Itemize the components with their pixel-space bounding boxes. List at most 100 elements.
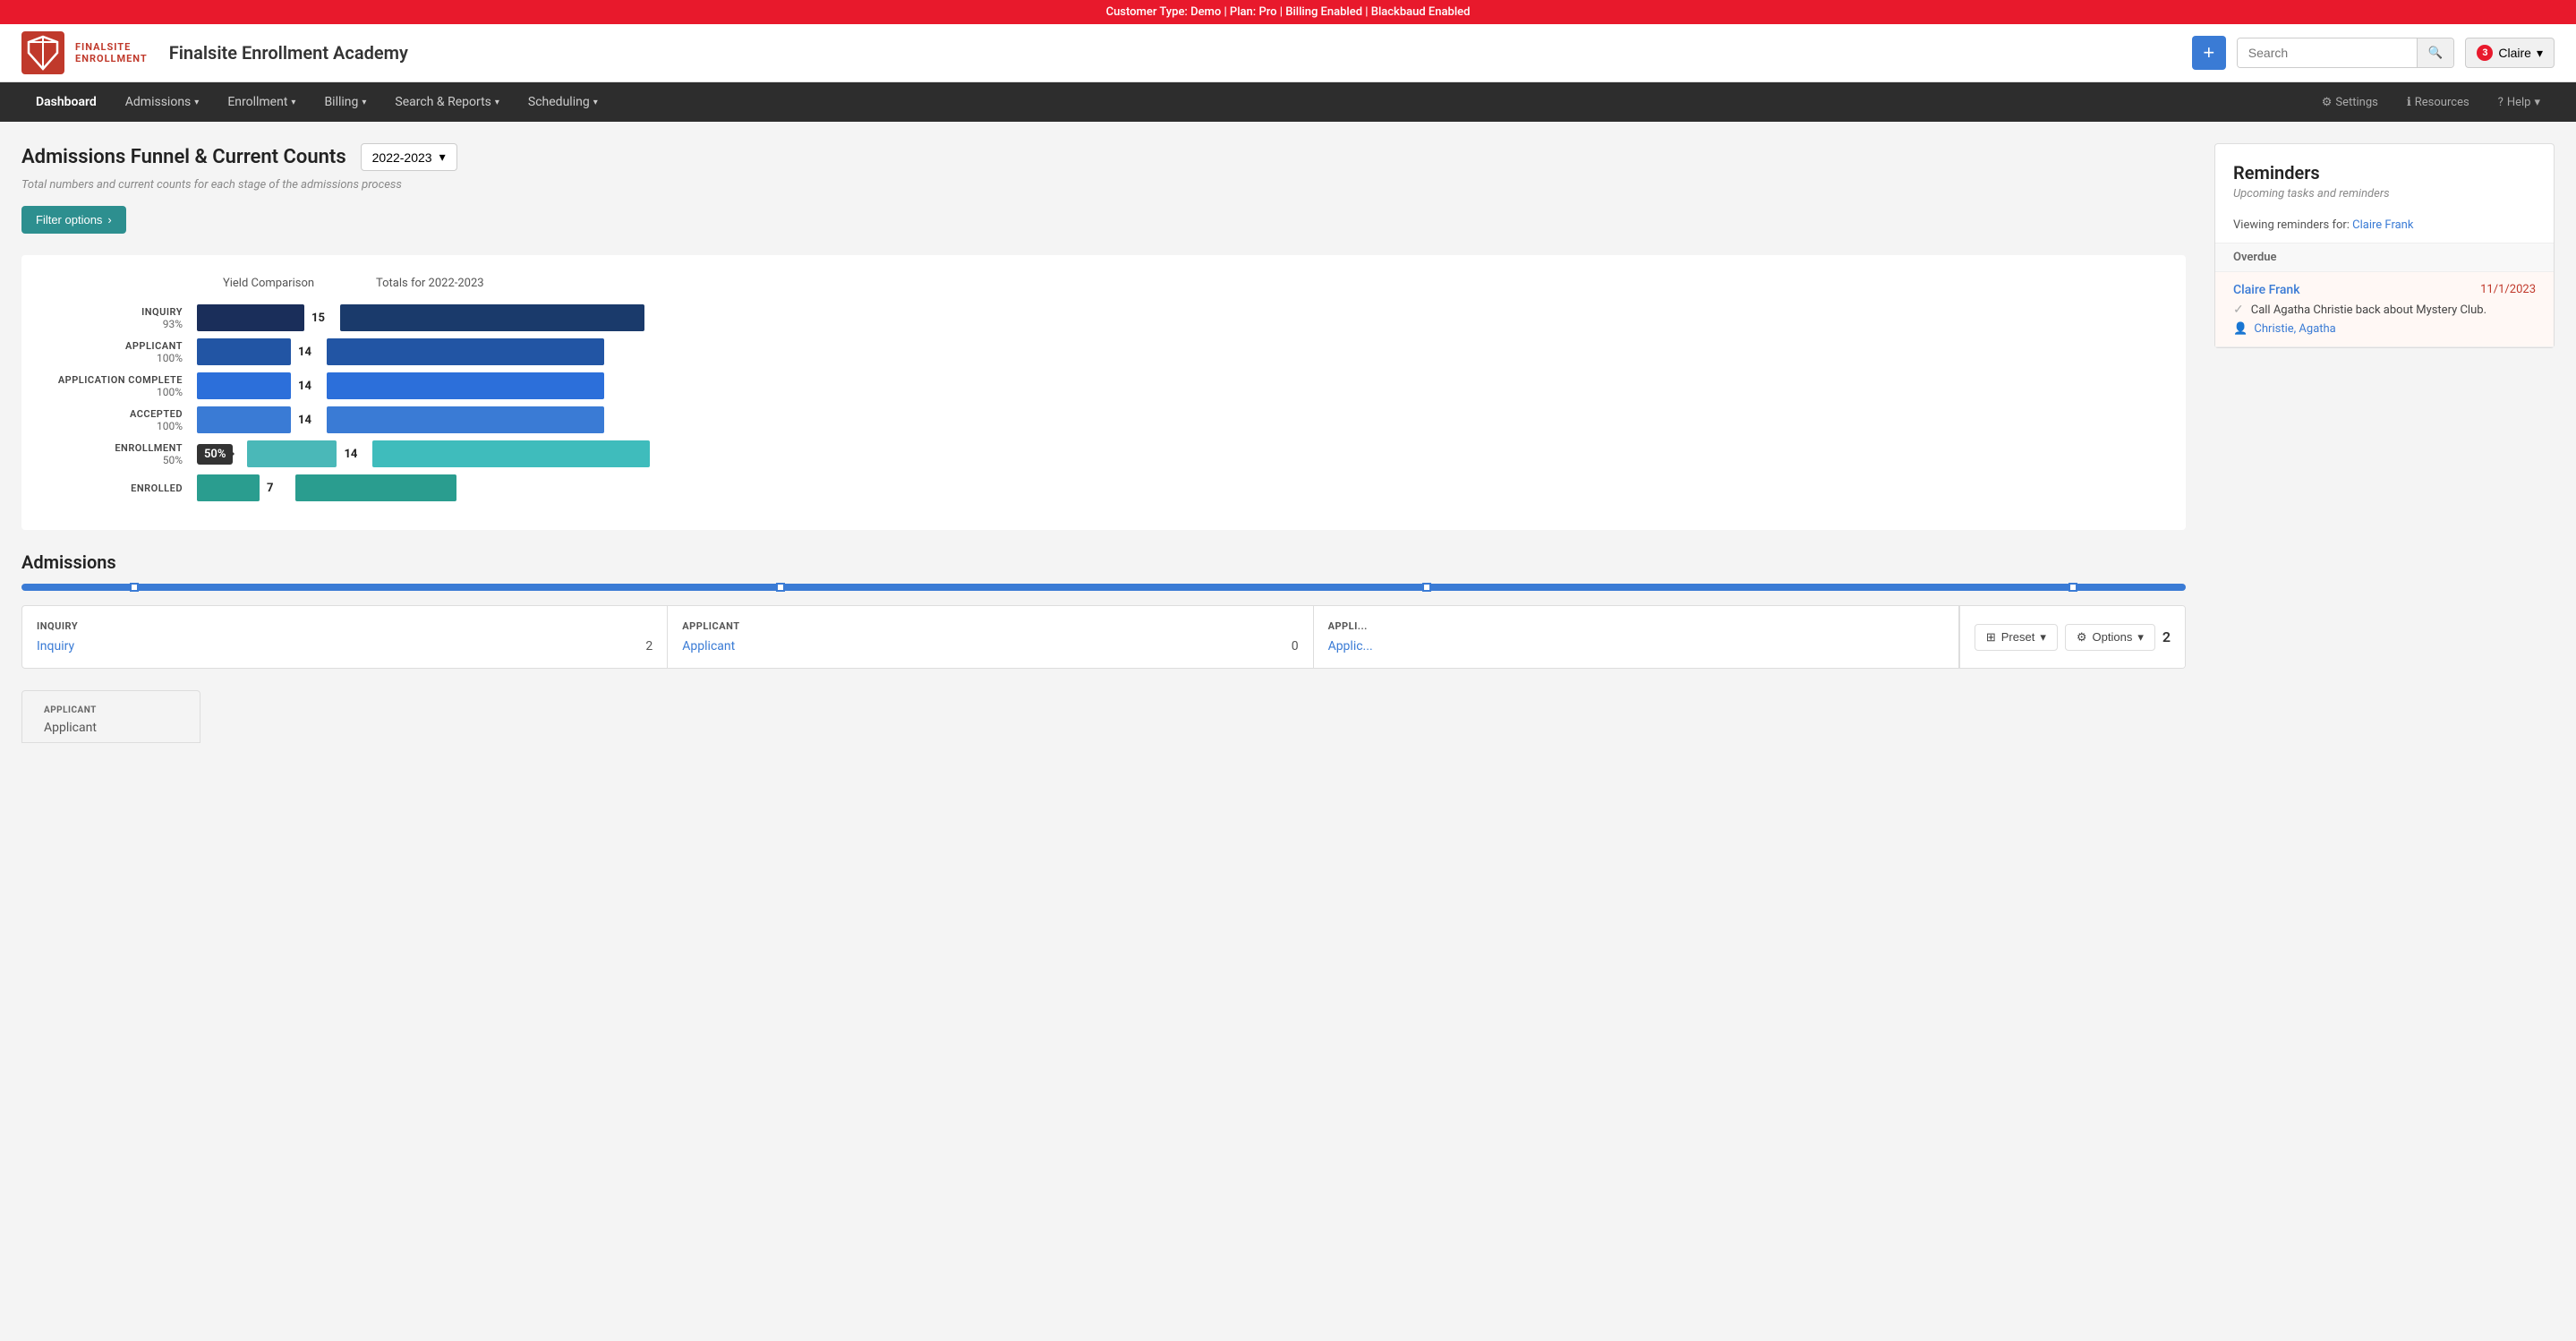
- search-reports-caret: ▾: [495, 98, 499, 107]
- user-name: Claire: [2498, 46, 2531, 60]
- appcomplete-labels: APPLICATION COMPLETE 100%: [36, 374, 197, 398]
- nav-item-admissions[interactable]: Admissions ▾: [111, 82, 214, 122]
- reminder-date: 11/1/2023: [2480, 283, 2536, 297]
- admissions-title: Admissions: [21, 551, 2186, 573]
- billing-caret: ▾: [362, 98, 366, 107]
- enrolled-labels: ENROLLED: [36, 483, 197, 494]
- page-title: Admissions Funnel & Current Counts: [21, 146, 346, 168]
- applicant-footer-card: APPLICANT Applicant: [21, 690, 200, 743]
- user-menu-caret: ▾: [2537, 46, 2543, 61]
- add-button[interactable]: +: [2192, 36, 2226, 70]
- preset-button[interactable]: ⊞ Preset ▾: [1975, 624, 2058, 651]
- main-content: Admissions Funnel & Current Counts 2022-…: [0, 122, 2576, 690]
- logo-area: FINALSITE ENROLLMENT: [21, 31, 148, 74]
- left-panel: Admissions Funnel & Current Counts 2022-…: [21, 143, 2186, 669]
- enrolled-yield-bar: [197, 474, 260, 501]
- bottom-section: APPLICANT Applicant: [0, 690, 2576, 764]
- enrollment-bars: 50% 14: [197, 440, 2171, 467]
- viewing-person-link[interactable]: Claire Frank: [2352, 218, 2413, 232]
- inquiry-count: 15: [311, 312, 333, 325]
- search-input[interactable]: [2238, 38, 2417, 67]
- applicant-total-bar: [327, 338, 604, 365]
- progress-dot-1: [130, 583, 139, 592]
- options-button[interactable]: ⚙ Options ▾: [2065, 624, 2155, 651]
- applicant-yield-bar: [197, 338, 291, 365]
- chart-row-appcomplete: APPLICATION COMPLETE 100% 14: [36, 372, 2171, 399]
- app-title: Finalsite Enrollment Academy: [169, 42, 2178, 64]
- nav-item-search-reports[interactable]: Search & Reports ▾: [380, 82, 513, 122]
- nav-item-billing[interactable]: Billing ▾: [310, 82, 380, 122]
- adm-card-appli-title: APPLI...: [1328, 620, 1944, 632]
- appli-link[interactable]: Applic...: [1328, 639, 1373, 653]
- accepted-total-bar: [327, 406, 604, 433]
- enrolled-total-bar: [295, 474, 456, 501]
- enrollment-labels: ENROLLMENT 50%: [36, 442, 197, 466]
- reminder-applicant-link[interactable]: 👤 Christie, Agatha: [2233, 322, 2536, 336]
- chart-container: Yield Comparison Totals for 2022-2023 IN…: [21, 255, 2186, 530]
- chart-row-inquiry: INQUIRY 93% 15: [36, 304, 2171, 331]
- adm-toolbar: ⊞ Preset ▾ ⚙ Options ▾ 2: [1959, 606, 2185, 668]
- reminder-person-link[interactable]: Claire Frank: [2233, 283, 2300, 297]
- year-selector[interactable]: 2022-2023 ▾: [361, 143, 457, 171]
- totals-label: Totals for 2022-2023: [376, 277, 2171, 290]
- chart-row-accepted: ACCEPTED 100% 14: [36, 406, 2171, 433]
- right-panel: Reminders Upcoming tasks and reminders V…: [2214, 143, 2555, 669]
- enrollment-count: 14: [344, 448, 365, 461]
- checkmark-icon: ✓: [2233, 303, 2244, 317]
- inquiry-yield-bar: [197, 304, 304, 331]
- nav-item-dashboard[interactable]: Dashboard: [21, 82, 111, 122]
- scheduling-caret: ▾: [593, 98, 598, 107]
- inquiry-labels: INQUIRY 93%: [36, 306, 197, 330]
- filter-chevron-icon: ›: [107, 213, 111, 226]
- options-label: Options: [2093, 630, 2133, 644]
- section-subtitle: Total numbers and current counts for eac…: [21, 178, 2186, 192]
- options-caret: ▾: [2137, 630, 2144, 645]
- enrollment-yield-bar: [247, 440, 337, 467]
- filter-options-button[interactable]: Filter options ›: [21, 206, 126, 234]
- progress-dot-3: [1422, 583, 1431, 592]
- nav-item-enrollment[interactable]: Enrollment ▾: [213, 82, 310, 122]
- adm-card-appli: APPLI... Applic...: [1314, 606, 1959, 668]
- admissions-cards: INQUIRY Inquiry 2 APPLICANT Applicant 0 …: [21, 605, 2186, 669]
- applicant-count: 14: [298, 346, 320, 359]
- adm-card-applicant: APPLICANT Applicant 0: [668, 606, 1313, 668]
- accepted-yield-bar: [197, 406, 291, 433]
- reminders-title: Reminders: [2215, 144, 2554, 187]
- search-submit-button[interactable]: 🔍: [2417, 38, 2454, 67]
- reminders-subtitle: Upcoming tasks and reminders: [2215, 187, 2554, 211]
- applicant-card-count: 0: [1292, 639, 1299, 653]
- adm-card-inquiry: INQUIRY Inquiry 2: [22, 606, 668, 668]
- inquiry-bars: 15: [197, 304, 2171, 331]
- applicant-link[interactable]: Applicant: [682, 639, 735, 653]
- adm-card-inquiry-title: INQUIRY: [37, 620, 653, 632]
- enrollment-tooltip: 50%: [197, 444, 233, 465]
- nav-left: Dashboard Admissions ▾ Enrollment ▾ Bill…: [21, 82, 2307, 122]
- admissions-progress-bar: [21, 584, 2186, 591]
- nav-item-help[interactable]: ? Help ▾: [2484, 83, 2555, 122]
- reminder-item: Claire Frank 11/1/2023 ✓ Call Agatha Chr…: [2215, 272, 2554, 347]
- enrolled-bars: 7: [197, 474, 2171, 501]
- nav-item-settings[interactable]: ⚙ Settings: [2307, 83, 2393, 122]
- preset-caret: ▾: [2040, 630, 2046, 645]
- progress-dot-2: [776, 583, 785, 592]
- appcomplete-total-bar: [327, 372, 604, 399]
- adm-card-applicant-title: APPLICANT: [682, 620, 1298, 632]
- appcomplete-bars: 14: [197, 372, 2171, 399]
- person-icon: 👤: [2233, 322, 2248, 336]
- search-bar-container: 🔍: [2237, 38, 2455, 68]
- nav-right: ⚙ Settings ℹ Resources ? Help ▾: [2307, 83, 2555, 122]
- accepted-labels: ACCEPTED 100%: [36, 408, 197, 432]
- preset-icon: ⊞: [1986, 630, 1996, 645]
- reminders-viewing: Viewing reminders for: Claire Frank: [2215, 211, 2554, 243]
- applicant-bars: 14: [197, 338, 2171, 365]
- logo-text: FINALSITE ENROLLMENT: [75, 41, 148, 64]
- nav-item-scheduling[interactable]: Scheduling ▾: [514, 82, 612, 122]
- preset-label: Preset: [2001, 630, 2035, 644]
- user-menu-button[interactable]: 3 Claire ▾: [2465, 38, 2555, 68]
- appcomplete-count: 14: [298, 380, 320, 393]
- finalsite-logo-icon: [21, 31, 64, 74]
- inquiry-link[interactable]: Inquiry: [37, 639, 74, 653]
- chart-row-applicant: APPLICANT 100% 14: [36, 338, 2171, 365]
- enrollment-caret: ▾: [291, 98, 295, 107]
- nav-item-resources[interactable]: ℹ Resources: [2393, 83, 2484, 122]
